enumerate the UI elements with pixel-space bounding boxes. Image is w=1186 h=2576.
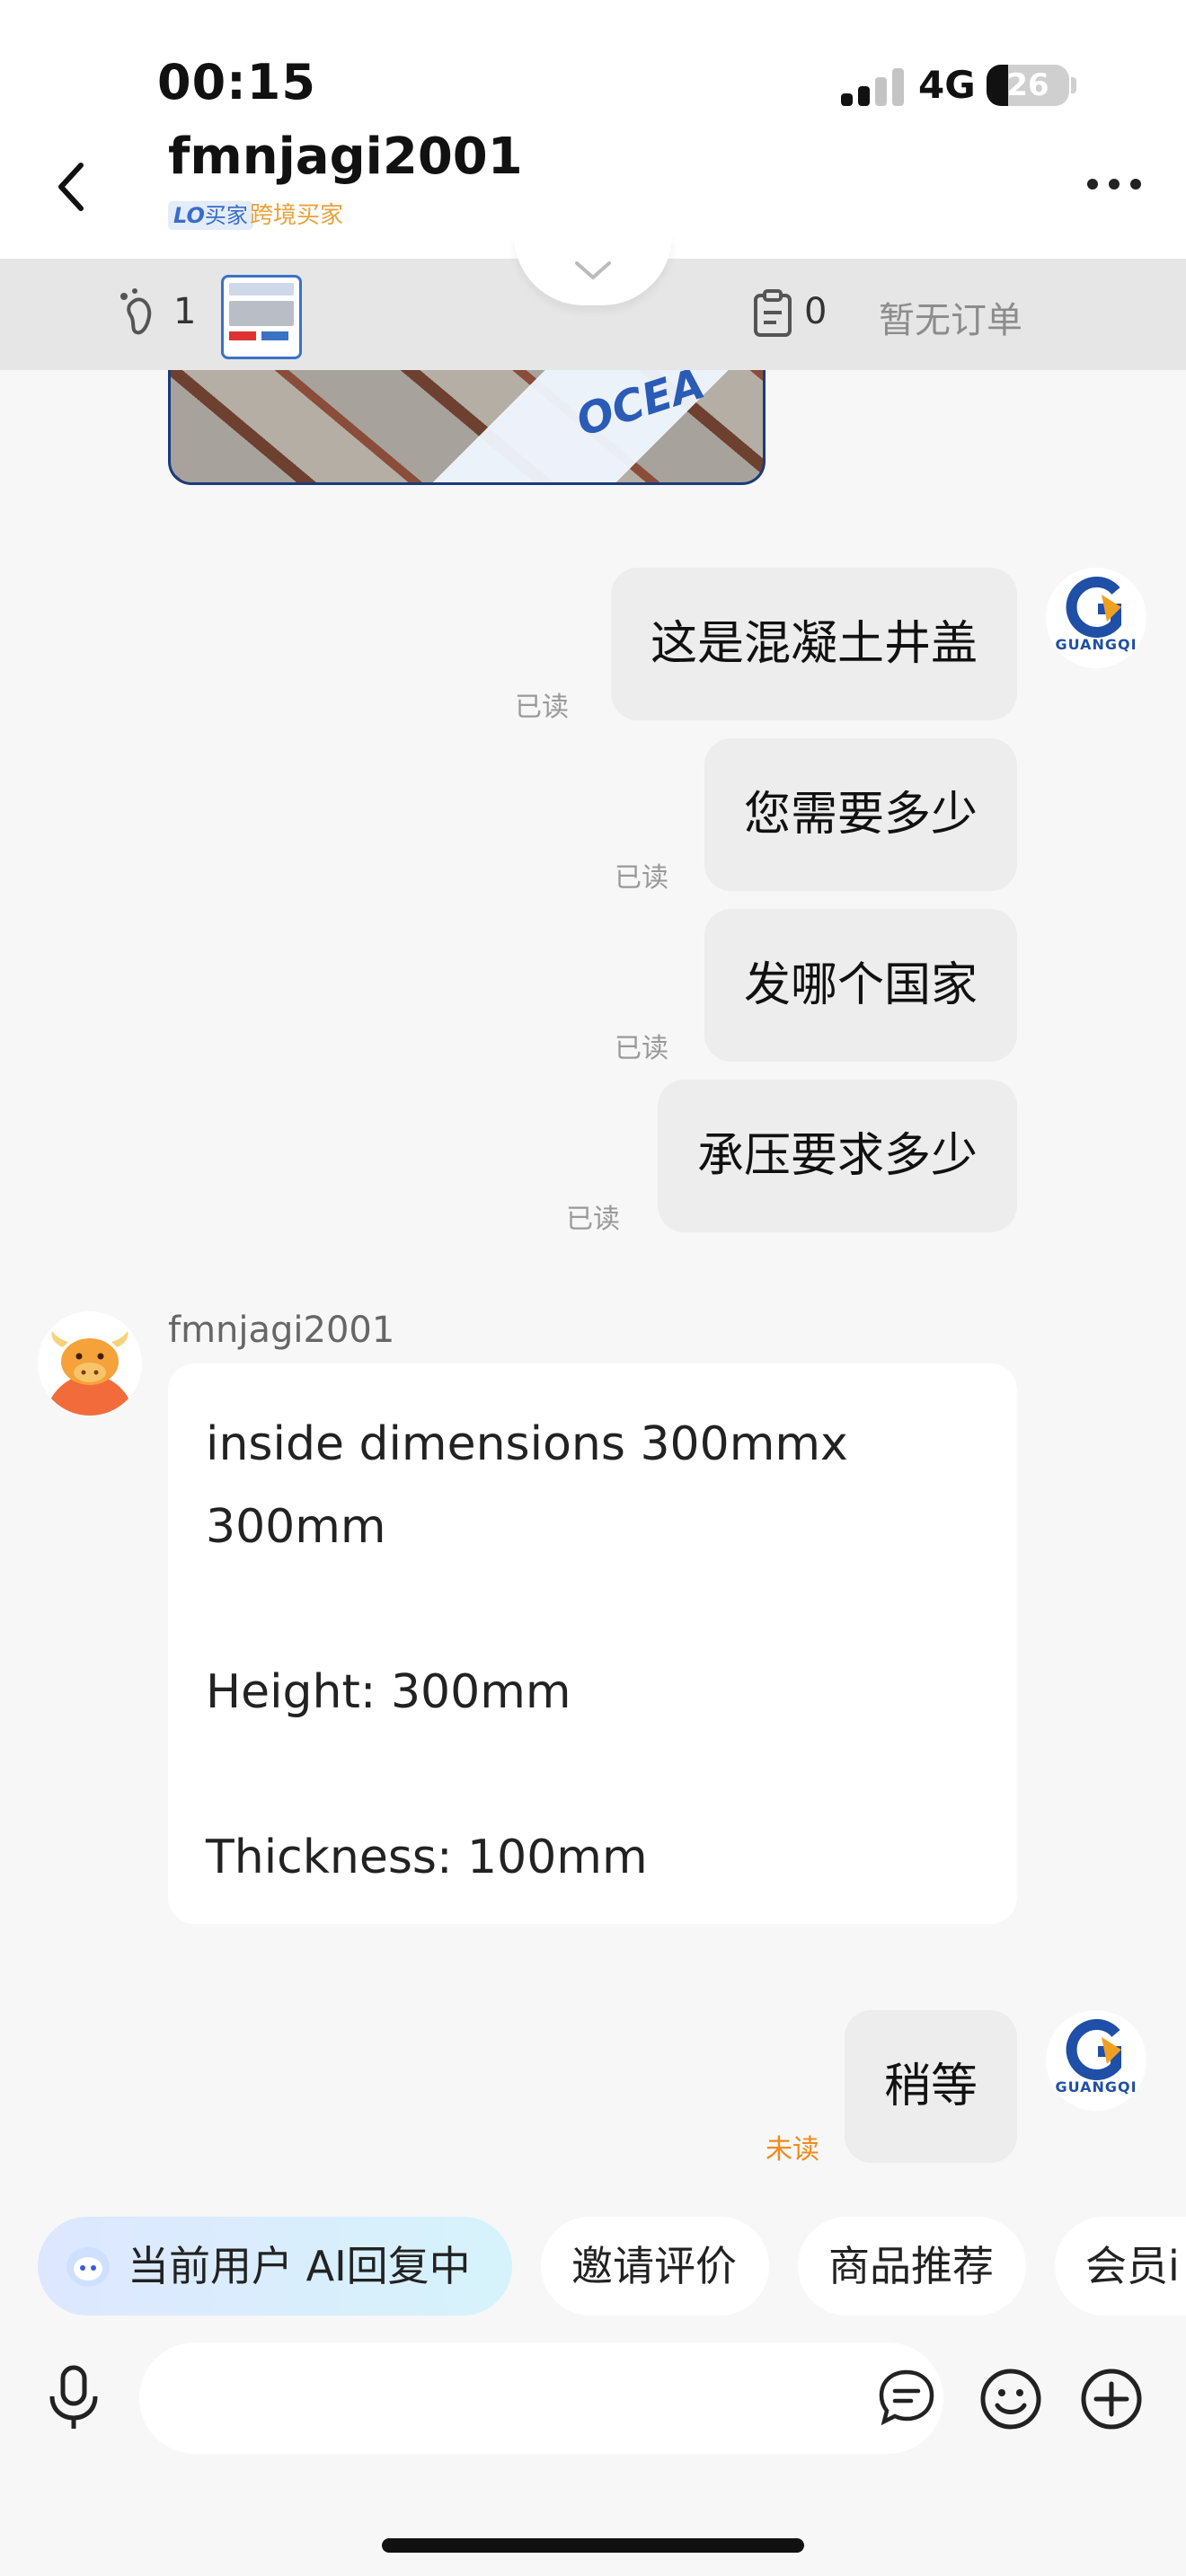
status-time: 00:15 <box>157 54 316 110</box>
signal-icon <box>841 66 904 106</box>
home-indicator <box>382 2538 804 2553</box>
unread-status: 未读 <box>766 2134 819 2166</box>
read-status: 已读 <box>615 862 668 894</box>
product-thumbnail[interactable] <box>221 275 302 359</box>
buyer-avatar[interactable] <box>38 1311 142 1416</box>
message-row: 稍等 <box>844 2010 1017 2163</box>
my-message-bubble[interactable]: 您需要多少 <box>704 738 1017 891</box>
ai-bot-icon <box>66 2247 110 2287</box>
chip-product-recommend[interactable]: 商品推荐 <box>798 2217 1026 2316</box>
order-count: 0 <box>804 291 828 332</box>
message-line <box>206 1734 979 1816</box>
read-status: 已读 <box>566 1204 620 1235</box>
microphone-icon[interactable] <box>45 2364 102 2432</box>
chip-invite-review[interactable]: 邀请评价 <box>541 2217 769 2316</box>
read-status: 已读 <box>515 692 569 723</box>
footprint-count: 1 <box>173 291 197 332</box>
chip-member[interactable]: 会员i <box>1055 2217 1186 2316</box>
ai-reply-label: 当前用户 AI回复中 <box>128 2242 471 2290</box>
thumb-part <box>229 331 256 340</box>
chevron-left-icon <box>58 163 84 211</box>
battery-cap <box>1071 77 1076 93</box>
quick-phrase-icon[interactable] <box>877 2368 936 2427</box>
read-status: 已读 <box>615 1033 668 1064</box>
no-order-link[interactable]: 暂无订单 <box>879 291 1022 343</box>
message-line: Thickness: 100mm <box>206 1831 648 1884</box>
message-line: inside dimensions 300mmx <box>206 1417 848 1471</box>
my-avatar[interactable]: GUANGQI <box>1046 568 1146 668</box>
my-avatar[interactable]: GUANGQI <box>1046 2010 1146 2111</box>
chat-title: fmnjagi2001 <box>168 128 523 186</box>
quick-reply-bar: 当前用户 AI回复中 邀请评价 商品推荐 会员i <box>38 2217 1186 2316</box>
battery-icon: 26 <box>987 65 1069 106</box>
guangqi-logo-icon <box>1066 577 1121 638</box>
top-bar: 00:15 4G 26 fmnjagi2001 LO买家 跨境买家 <box>0 0 1186 259</box>
thumb-part <box>261 331 288 340</box>
buyer-message-bubble[interactable]: inside dimensions 300mmx 300mm Height: 3… <box>168 1363 1017 1924</box>
message-row: 承压要求多少 <box>657 1080 1017 1232</box>
battery-level: 26 <box>1006 67 1049 103</box>
more-dot-icon <box>1087 179 1098 190</box>
network-type: 4G <box>918 63 976 107</box>
message-row: 这是混凝土井盖 <box>610 568 1017 720</box>
message-line <box>206 1568 979 1651</box>
my-message-bubble[interactable]: 稍等 <box>844 2010 1017 2163</box>
my-message-bubble[interactable]: 这是混凝土井盖 <box>610 568 1017 720</box>
emoji-icon[interactable] <box>979 2368 1042 2430</box>
guangqi-logo-text: GUANGQI <box>1055 2078 1137 2095</box>
back-button[interactable] <box>43 153 97 221</box>
footprint-icon <box>120 288 152 335</box>
guangqi-logo-text: GUANGQI <box>1055 636 1137 653</box>
more-button[interactable] <box>1078 171 1150 198</box>
message-line: Height: 300mm <box>206 1665 571 1719</box>
plus-icon[interactable] <box>1080 2368 1143 2430</box>
order-clipboard-icon <box>754 289 792 337</box>
my-message-bubble[interactable]: 承压要求多少 <box>657 1080 1017 1232</box>
thumb-part <box>229 283 294 296</box>
sender-name: fmnjagi2001 <box>168 1310 395 1351</box>
image-watermark: OCEA <box>570 357 712 447</box>
my-message-bubble[interactable]: 发哪个国家 <box>704 909 1017 1062</box>
more-dot-icon <box>1109 179 1120 190</box>
ai-reply-chip[interactable]: 当前用户 AI回复中 <box>38 2217 512 2316</box>
guangqi-logo-icon <box>1066 2019 1121 2080</box>
thumb-part <box>229 301 294 326</box>
chevron-down-icon <box>575 261 611 280</box>
more-dot-icon <box>1130 179 1141 190</box>
bull-avatar-icon <box>45 1331 135 1416</box>
buyer-level-tag: LO买家 <box>168 201 253 230</box>
cross-border-tag: 跨境买家 <box>250 202 344 229</box>
message-input[interactable] <box>139 2342 943 2454</box>
message-row: 发哪个国家 <box>704 909 1017 1062</box>
message-line: 300mm <box>206 1500 386 1554</box>
message-row: 您需要多少 <box>704 738 1017 891</box>
